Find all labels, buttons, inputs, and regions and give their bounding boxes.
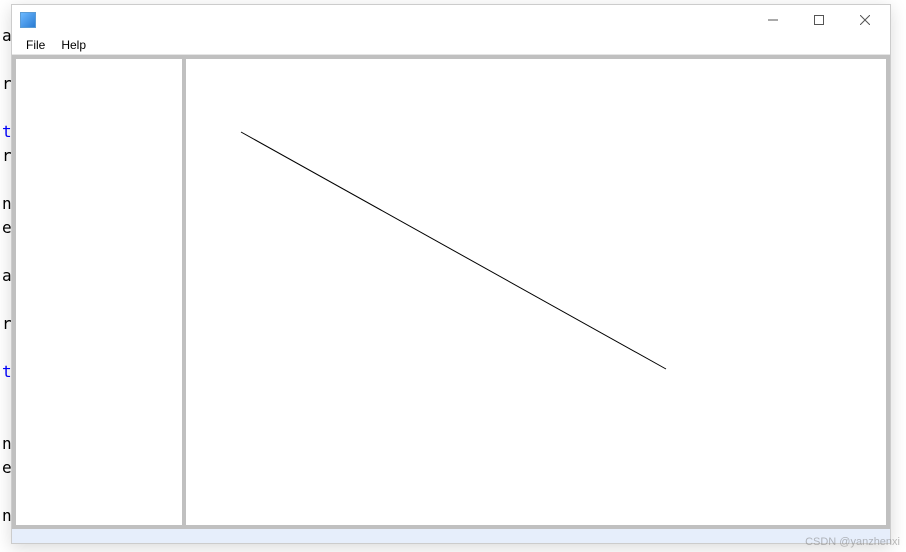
drawing-canvas[interactable] bbox=[186, 59, 886, 525]
left-panel[interactable] bbox=[16, 59, 182, 525]
menu-help[interactable]: Help bbox=[53, 37, 94, 53]
line-segment bbox=[241, 132, 666, 369]
menubar: File Help bbox=[12, 35, 890, 55]
window-controls bbox=[750, 5, 888, 35]
close-button[interactable] bbox=[842, 5, 888, 35]
titlebar[interactable] bbox=[12, 5, 890, 35]
drawn-line bbox=[186, 59, 886, 525]
app-icon bbox=[20, 12, 36, 28]
statusbar bbox=[12, 529, 890, 543]
watermark: CSDN @yanzhenxi bbox=[805, 536, 900, 548]
app-window: File Help bbox=[11, 4, 891, 544]
maximize-button[interactable] bbox=[796, 5, 842, 35]
client-area bbox=[12, 55, 890, 529]
minimize-button[interactable] bbox=[750, 5, 796, 35]
menu-file[interactable]: File bbox=[18, 37, 53, 53]
